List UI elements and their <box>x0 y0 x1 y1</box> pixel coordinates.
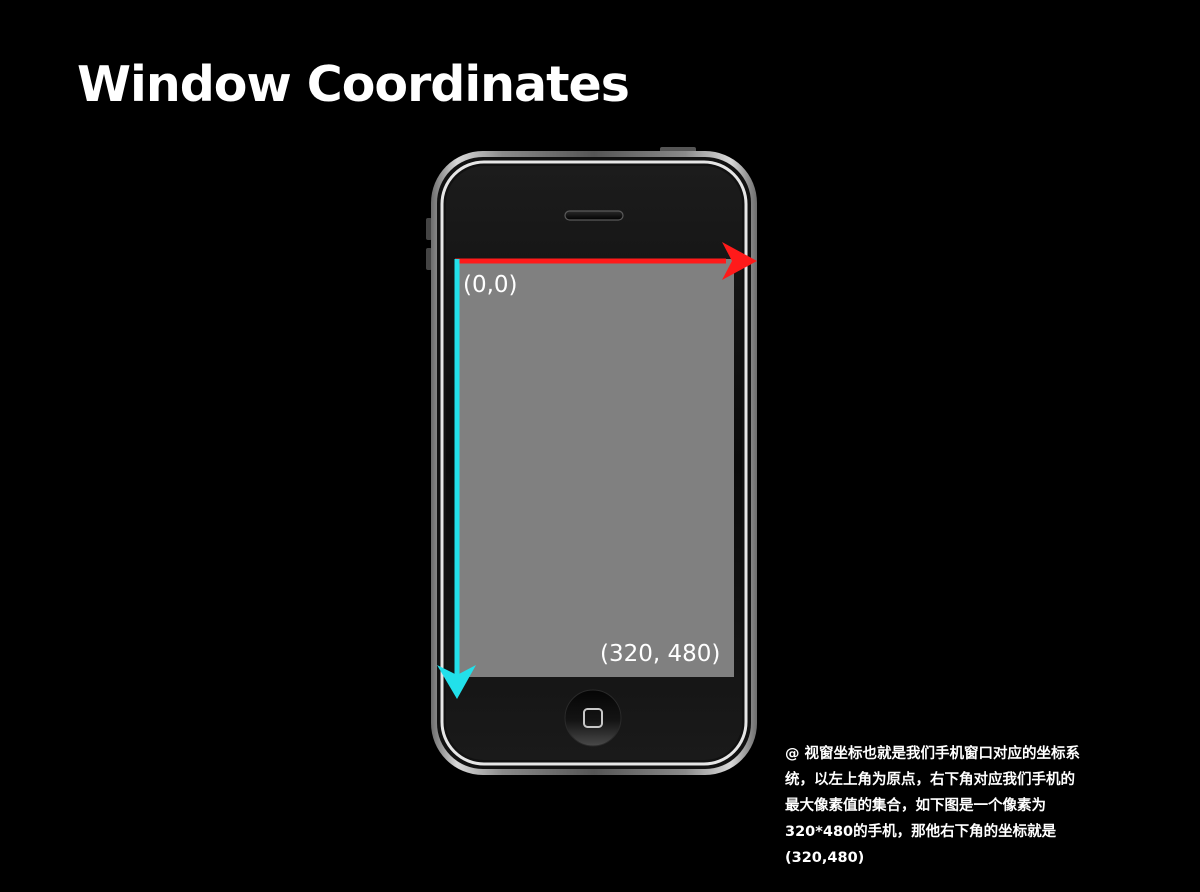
earpiece-speaker <box>564 210 624 221</box>
phone-screen <box>455 259 734 677</box>
caption-line: 320*480的手机，那他右下角的坐标就是 <box>785 824 1057 840</box>
home-button <box>564 689 622 747</box>
origin-coordinate-label: (0,0) <box>463 272 518 298</box>
caption-line: 最大像素值的集合，如下图是一个像素为 <box>785 798 1046 814</box>
caption-line: 统，以左上角为原点，右下角对应我们手机的 <box>785 772 1075 788</box>
caption-line: @ 视窗坐标也就是我们手机窗口对应的坐标系 <box>785 746 1081 762</box>
bottom-right-coordinate-label: (320, 480) <box>600 641 721 667</box>
caption-text: @ 视窗坐标也就是我们手机窗口对应的坐标系 统，以左上角为原点，右下角对应我们手… <box>785 741 1165 871</box>
caption-line: (320,480) <box>785 850 865 866</box>
